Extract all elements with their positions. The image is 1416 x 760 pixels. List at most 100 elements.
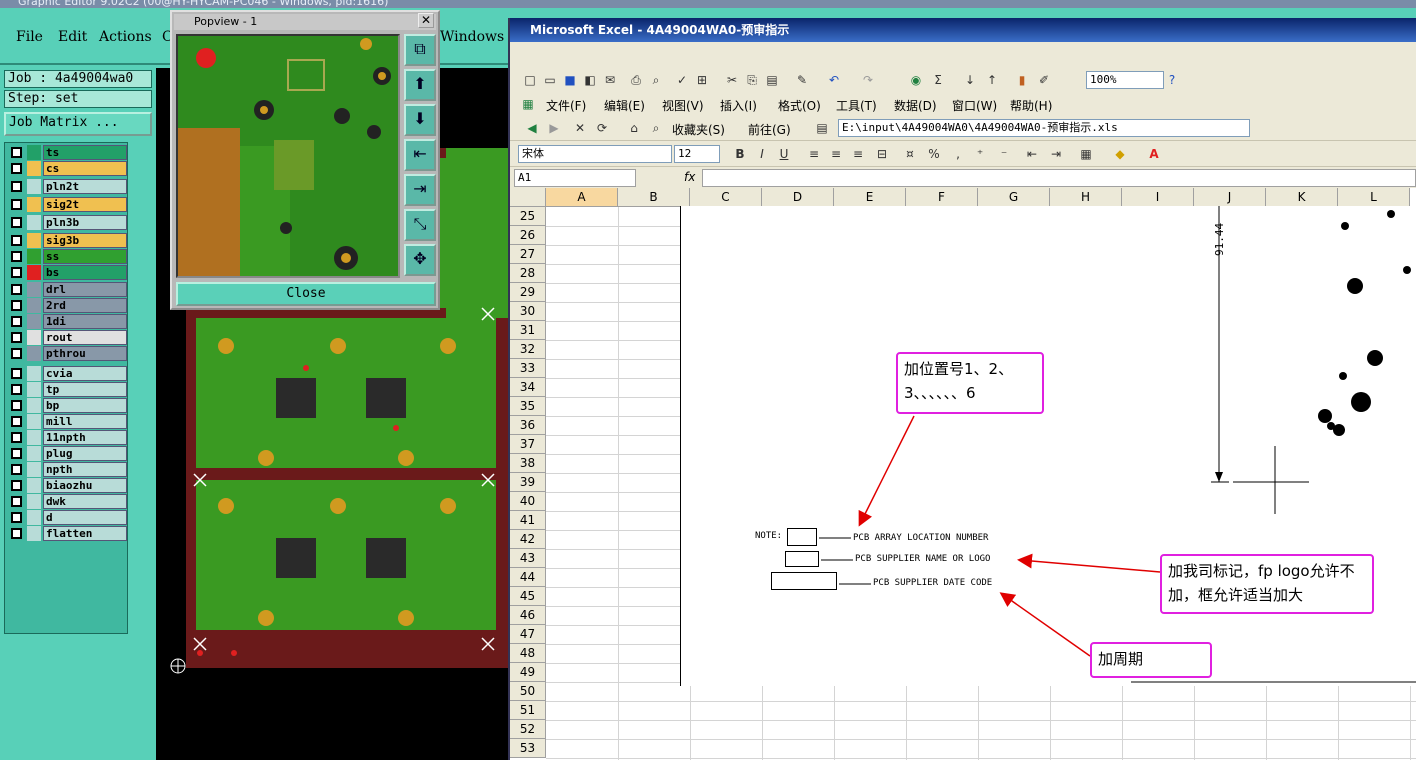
row-header[interactable]: 32	[510, 340, 546, 359]
permission-icon[interactable]: ◧	[582, 72, 598, 88]
address-field[interactable]: E:\input\4A49004WA0\4A49004WA0-预审指示.xls	[838, 119, 1250, 137]
currency-icon[interactable]: ¤	[902, 146, 918, 162]
layer-checkbox[interactable]	[11, 316, 22, 327]
layer-row-npth[interactable]: npth	[7, 462, 127, 477]
menu-actions[interactable]: Actions	[99, 29, 152, 45]
menu-file-cn[interactable]: 文件(F)	[546, 97, 586, 114]
zoom-out-icon[interactable]: ⤡	[404, 209, 436, 241]
menu-format-cn[interactable]: 格式(O)	[778, 97, 821, 114]
layer-row-flatten[interactable]: flatten	[7, 526, 127, 541]
row-header[interactable]: 31	[510, 321, 546, 340]
layer-row-bs[interactable]: bs	[7, 265, 127, 280]
menu-edit[interactable]: Edit	[58, 29, 87, 45]
layer-checkbox[interactable]	[11, 448, 22, 459]
merge-center-icon[interactable]: ⊟	[874, 146, 890, 162]
row-header[interactable]: 52	[510, 720, 546, 739]
row-header[interactable]: 50	[510, 682, 546, 701]
row-header[interactable]: 37	[510, 435, 546, 454]
layer-checkbox[interactable]	[11, 251, 22, 262]
fx-icon[interactable]: fx	[684, 170, 695, 184]
cut-icon[interactable]: ✂	[724, 72, 740, 88]
column-header[interactable]: H	[1050, 188, 1122, 207]
row-header[interactable]: 47	[510, 625, 546, 644]
sort-descending-icon[interactable]: ↑	[984, 72, 1000, 88]
column-header[interactable]: C	[690, 188, 762, 207]
row-header[interactable]: 25	[510, 207, 546, 226]
row-header[interactable]: 36	[510, 416, 546, 435]
search-web-icon[interactable]: ⌕	[648, 120, 664, 136]
back-icon[interactable]: ◀	[524, 120, 540, 136]
popview-viewport[interactable]	[176, 34, 400, 278]
layer-checkbox[interactable]	[11, 416, 22, 427]
layer-checkbox[interactable]	[11, 432, 22, 443]
layer-checkbox[interactable]	[11, 300, 22, 311]
layer-row-1di[interactable]: 1di	[7, 314, 127, 329]
column-header[interactable]: L	[1338, 188, 1410, 207]
row-header[interactable]: 27	[510, 245, 546, 264]
row-header[interactable]: 29	[510, 283, 546, 302]
row-header[interactable]: 35	[510, 397, 546, 416]
font-size-select[interactable]: 12	[674, 145, 720, 163]
layer-row-cvia[interactable]: cvia	[7, 366, 127, 381]
layer-row-pthrou[interactable]: pthrou	[7, 346, 127, 361]
pan-left-icon[interactable]: ⇤	[404, 139, 436, 171]
formula-input[interactable]	[702, 169, 1416, 187]
forward-icon[interactable]: ▶	[546, 120, 562, 136]
drawing-icon[interactable]: ✐	[1036, 72, 1052, 88]
row-header[interactable]: 26	[510, 226, 546, 245]
layer-row-ss[interactable]: ss	[7, 249, 127, 264]
show-web-toolbar-icon[interactable]: ▤	[814, 120, 830, 136]
row-header[interactable]: 48	[510, 644, 546, 663]
column-header[interactable]: G	[978, 188, 1050, 207]
spreadsheet-grid[interactable]: ABCDEFGHIJKL 25 26 27 28 29 30 31 32 33 34 35 36 37 3…	[510, 188, 1416, 760]
open-folder-icon[interactable]: ▭	[542, 72, 558, 88]
italic-icon[interactable]: I	[754, 146, 770, 162]
column-header[interactable]: A	[546, 188, 618, 207]
layer-row-biaozhu[interactable]: biaozhu	[7, 478, 127, 493]
email-icon[interactable]: ✉	[602, 72, 618, 88]
copy-icon[interactable]: ⎘	[744, 72, 760, 88]
row-header[interactable]: 30	[510, 302, 546, 321]
layer-checkbox[interactable]	[11, 384, 22, 395]
row-header[interactable]: 46	[510, 606, 546, 625]
layer-checkbox[interactable]	[11, 464, 22, 475]
row-header[interactable]: 51	[510, 701, 546, 720]
layer-checkbox[interactable]	[11, 199, 22, 210]
sort-ascending-icon[interactable]: ↓	[962, 72, 978, 88]
format-painter-icon[interactable]: ✎	[794, 72, 810, 88]
column-header[interactable]: B	[618, 188, 690, 207]
decrease-indent-icon[interactable]: ⇤	[1024, 146, 1040, 162]
layer-checkbox[interactable]	[11, 368, 22, 379]
align-center-icon[interactable]: ≡	[828, 146, 844, 162]
menu-edit-cn[interactable]: 编辑(E)	[604, 97, 645, 114]
chart-wizard-icon[interactable]: ▮	[1014, 72, 1030, 88]
layer-row-sig3b[interactable]: sig3b	[7, 233, 127, 248]
layer-row-bp[interactable]: bp	[7, 398, 127, 413]
increase-decimal-icon[interactable]: ⁺	[972, 146, 988, 162]
column-header[interactable]: J	[1194, 188, 1266, 207]
layer-row-plug[interactable]: plug	[7, 446, 127, 461]
row-header[interactable]: 43	[510, 549, 546, 568]
row-header[interactable]: 33	[510, 359, 546, 378]
increase-indent-icon[interactable]: ⇥	[1048, 146, 1064, 162]
undo-icon[interactable]: ↶	[826, 72, 842, 88]
row-header[interactable]: 38	[510, 454, 546, 473]
redo-icon[interactable]: ↷	[860, 72, 876, 88]
font-select[interactable]: 宋体	[518, 145, 672, 163]
print-preview-icon[interactable]: ⌕	[648, 72, 664, 88]
borders-icon[interactable]: ▦	[1078, 146, 1094, 162]
menu-help-cn[interactable]: 帮助(H)	[1010, 97, 1052, 114]
row-header[interactable]: 44	[510, 568, 546, 587]
underline-icon[interactable]: U	[776, 146, 792, 162]
font-color-icon[interactable]: A	[1146, 146, 1162, 162]
layer-checkbox[interactable]	[11, 496, 22, 507]
close-button[interactable]: Close	[176, 282, 436, 306]
row-header[interactable]: 53	[510, 739, 546, 758]
menu-window-cn[interactable]: 窗口(W)	[952, 97, 997, 114]
layer-checkbox[interactable]	[11, 284, 22, 295]
bold-icon[interactable]: B	[732, 146, 748, 162]
row-header[interactable]: 34	[510, 378, 546, 397]
align-left-icon[interactable]: ≡	[806, 146, 822, 162]
column-header[interactable]: F	[906, 188, 978, 207]
stop-icon[interactable]: ✕	[572, 120, 588, 136]
